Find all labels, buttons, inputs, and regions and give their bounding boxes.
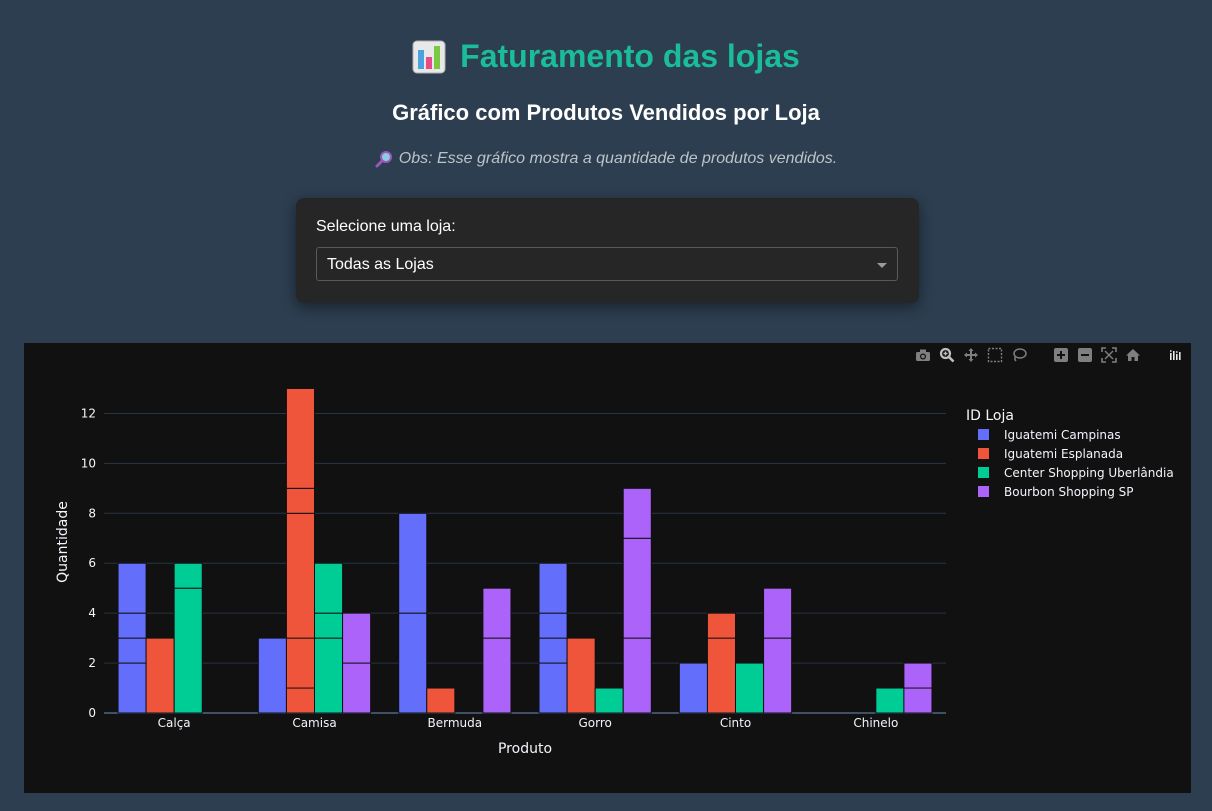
bar-segment (482, 587, 512, 639)
zoom-icon[interactable] (937, 347, 957, 363)
magnifying-glass-icon (375, 151, 392, 168)
x-tick-label: Camisa (292, 716, 336, 730)
bar-segment (538, 612, 568, 639)
bar-segment (285, 487, 315, 514)
autoscale-icon[interactable] (1099, 347, 1119, 363)
bar-segment (117, 612, 147, 639)
page-title: Faturamento das lojas (460, 38, 800, 74)
y-tick-label: 0 (88, 706, 96, 720)
bar-segment (538, 562, 568, 614)
bar-segment (482, 637, 512, 714)
legend-item: Iguatemi Campinas (1004, 428, 1121, 442)
box-select-icon[interactable] (985, 347, 1005, 363)
bar-segment (173, 587, 203, 714)
bar-segment (285, 387, 315, 489)
bar-segment (342, 612, 372, 664)
bar-segment (903, 687, 933, 714)
lasso-select-icon[interactable] (1009, 347, 1029, 363)
x-tick-label: Bermuda (428, 716, 483, 730)
bar-segment (285, 637, 315, 689)
bar-segment (538, 637, 568, 664)
y-tick-label: 6 (88, 556, 96, 570)
bar-segment (566, 637, 596, 714)
y-tick-label: 10 (81, 456, 96, 470)
bar-chart[interactable]: 0 2 4 6 8 10 12 Calça Camisa Bermuda Gorro Cinto Chi… (24, 343, 1191, 793)
reset-axes-icon[interactable] (1123, 347, 1143, 363)
legend-item: Center Shopping Uberlândia (1004, 466, 1174, 480)
legend-swatch (978, 467, 989, 478)
chart-note: Obs: Esse gráfico mostra a quantidade de… (0, 150, 1212, 168)
bar-segment (622, 537, 652, 639)
chart-modebar (913, 347, 1185, 363)
legend-item: Iguatemi Esplanada (1004, 447, 1123, 461)
store-selector-label: Selecione uma loja: (316, 218, 456, 235)
store-dropdown[interactable]: Todas as Lojas (316, 247, 898, 281)
zoom-in-icon[interactable] (1051, 347, 1071, 363)
bar-segment (594, 687, 624, 714)
pan-icon[interactable] (961, 347, 981, 363)
bar-segment (875, 687, 905, 714)
bar-segment (173, 562, 203, 589)
legend-swatch (978, 486, 989, 497)
bar-segment (257, 637, 287, 714)
bar-segment (735, 662, 765, 714)
legend-swatch (978, 429, 989, 440)
bar-segment (342, 662, 372, 714)
x-tick-label: Calça (158, 716, 191, 730)
y-tick-label: 12 (81, 406, 96, 420)
bar-segment (117, 562, 147, 614)
bar-segment (314, 562, 344, 614)
legend-swatch (978, 448, 989, 459)
bar-segment (285, 512, 315, 639)
camera-icon[interactable] (913, 347, 933, 363)
bar-segment (622, 487, 652, 539)
legend-title: ID Loja (966, 408, 1014, 424)
bar-chart-emoji-icon (412, 40, 446, 73)
bar-segment (538, 662, 568, 714)
bar-segment (706, 612, 737, 639)
x-tick-label: Cinto (720, 716, 751, 730)
x-tick-label: Gorro (578, 716, 611, 730)
bar-segment (903, 662, 933, 689)
x-axis-title: Produto (498, 741, 552, 757)
bar-segment (145, 637, 175, 714)
bar-segment (117, 662, 147, 714)
bar-segment (285, 687, 315, 714)
bar-segment (426, 687, 456, 714)
bar-segment (398, 512, 428, 614)
bar-segment (706, 637, 737, 714)
bar-segment (314, 637, 344, 714)
zoom-out-icon[interactable] (1075, 347, 1095, 363)
y-tick-label: 2 (88, 656, 96, 670)
chart-panel: 0 2 4 6 8 10 12 Calça Camisa Bermuda Gorro Cinto Chi… (24, 343, 1191, 793)
legend-item: Bourbon Shopping SP (1004, 485, 1134, 499)
store-selector-card: Selecione uma loja: Todas as Lojas (296, 198, 919, 303)
y-axis-title: Quantidade (55, 501, 71, 583)
bar-segment (117, 637, 147, 664)
bar-segment (763, 587, 793, 639)
plotly-logo-icon[interactable] (1165, 347, 1185, 363)
bar-segment (622, 637, 652, 714)
y-tick-label: 8 (88, 506, 96, 520)
note-text: Obs: Esse gráfico mostra a quantidade de… (398, 150, 838, 167)
bar-segment (678, 662, 708, 714)
bar-segment (398, 612, 428, 714)
page-header: Faturamento das lojas (0, 38, 1212, 75)
x-tick-label: Chinelo (853, 716, 898, 730)
page-subtitle: Gráfico com Produtos Vendidos por Loja (392, 100, 820, 125)
bar-segment (314, 612, 344, 639)
store-dropdown-value: Todas as Lojas (327, 256, 434, 273)
y-tick-label: 4 (88, 606, 96, 620)
chevron-down-icon[interactable] (877, 263, 887, 268)
bar-segment (763, 637, 793, 714)
